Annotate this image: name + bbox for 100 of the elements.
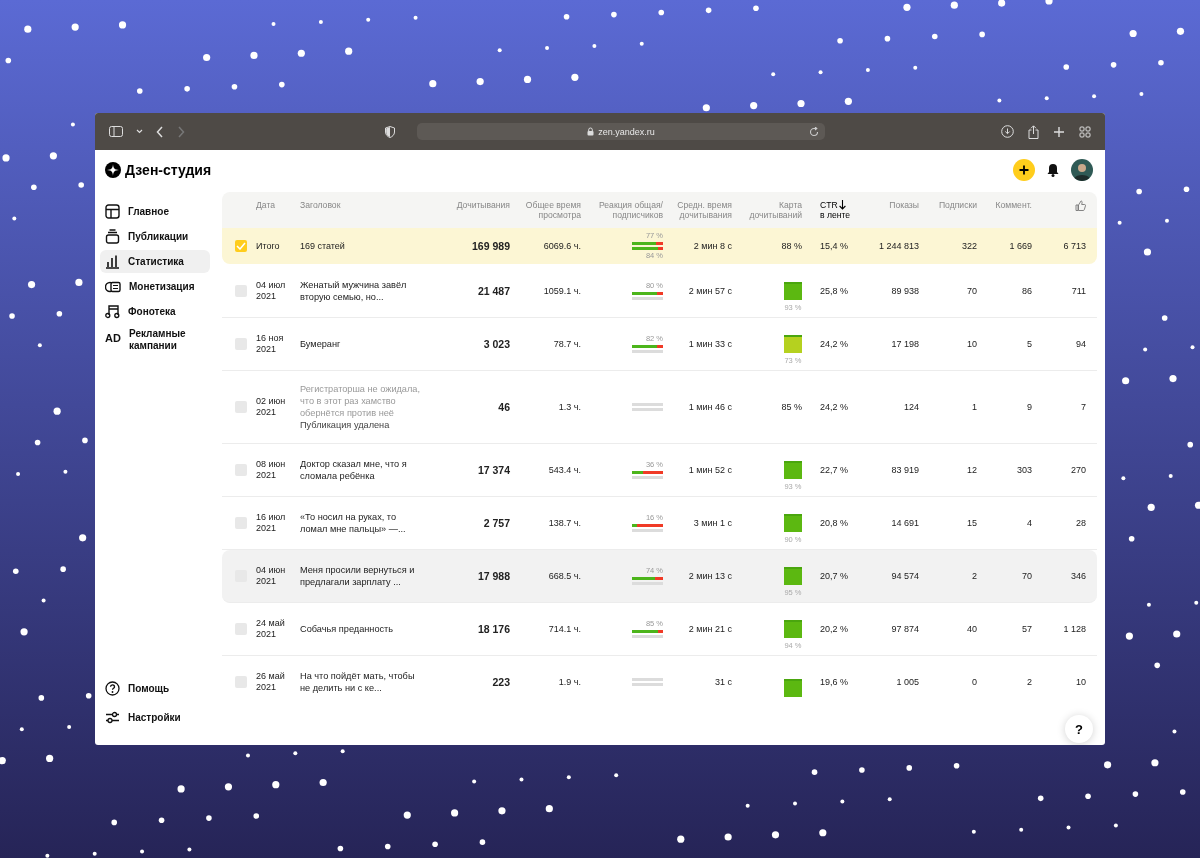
table-cell-text: 10 (966, 338, 977, 350)
table-cell-text: 124 (902, 401, 919, 413)
column-header[interactable]: Дочитывания (456, 200, 510, 210)
column-header[interactable]: Подписки (938, 200, 977, 210)
table-cell-text: 2 мин 13 с (687, 570, 732, 582)
column-header-subtitle: в ленте (820, 210, 850, 220)
table-row[interactable]: 02 июн 2021 Регистраторша не ожидала, что в этот раз хамство обернётся против неё Публикация удалена 46 1.3 ч. 1 мин 46 с 85 % 24,2 % 124 1 9 7 (222, 371, 1097, 444)
table-cell-text: 668.5 ч. (547, 570, 581, 582)
table-cell-text: 3 023 (482, 338, 510, 350)
sidebar-item[interactable]: Публикации (100, 225, 210, 248)
address-bar[interactable]: zen.yandex.ru (417, 123, 825, 140)
table-cell-text: 1059.1 ч. (542, 285, 581, 297)
article-title[interactable]: «То носил на руках, то ломал мне пальцы» —... (300, 511, 422, 535)
table-cell-text: 04 июл 2021 (256, 280, 287, 302)
table-cell-text: 2 мин 8 с (692, 240, 732, 252)
table-cell-text: 14 691 (890, 517, 919, 529)
article-title[interactable]: Бумеранг (300, 338, 422, 350)
table-cell-text: 28 (1075, 517, 1086, 529)
table-cell-text: 3 мин 1 с (692, 517, 732, 529)
column-header[interactable]: Коммент. (995, 200, 1032, 210)
table-cell-text: 20,8 % (819, 517, 850, 529)
table-cell-text: 322 (960, 240, 977, 252)
sidebar-item[interactable]: Фонотека (100, 300, 210, 323)
table-cell-text: 1 мин 46 с (687, 401, 732, 413)
table-cell-text: 70 (1021, 570, 1032, 582)
column-header[interactable]: Заголовок (300, 200, 341, 210)
table-cell-text: 24,2 % (819, 338, 850, 350)
table-cell-text: 78.7 ч. (552, 338, 581, 350)
table-cell-text: 40 (966, 623, 977, 635)
article-title[interactable]: Доктор сказал мне, что я сломала ребёнка (300, 458, 422, 482)
table-cell-text: 346 (1069, 570, 1086, 582)
table-cell-text: 94 (1075, 338, 1086, 350)
column-header[interactable]: Средн. время дочитывания (663, 200, 732, 220)
table-cell-text: 24,2 % (819, 401, 850, 413)
sidebar-item[interactable]: Настройки (100, 706, 210, 729)
table-cell-text: 1.3 ч. (557, 401, 581, 413)
article-title[interactable]: На что пойдёт мать, чтобы не делить ни с ке... (300, 670, 422, 694)
sidebar-item[interactable]: Монетизация (100, 275, 210, 298)
deleted-note: Публикация удалена (300, 419, 391, 431)
table-cell-text: 20,7 % (819, 570, 850, 582)
table-cell-text: 89 938 (890, 285, 919, 297)
table-cell-text: 2 757 (482, 517, 510, 529)
help-button[interactable]: ? (1065, 715, 1093, 743)
table-cell-text: 19,6 % (819, 676, 850, 688)
table-cell-text: 2 мин 57 с (687, 285, 732, 297)
article-title[interactable]: Женатый мужчина завёл вторую семью, но... (300, 279, 422, 303)
sidebar-item[interactable]: Главное (100, 200, 210, 223)
table-cell-text: 24 май 2021 (256, 618, 286, 640)
table-cell-text: 1 мин 52 с (687, 464, 732, 476)
table-cell-text: 46 (497, 401, 510, 413)
table-cell-text: 86 (1021, 285, 1032, 297)
table-cell-text: Итого (256, 240, 281, 252)
table-cell-text: 1.9 ч. (557, 676, 581, 688)
table-cell-text: 20,2 % (819, 623, 850, 635)
table-cell-text: 31 с (714, 676, 732, 688)
table-cell-text: 1 128 (1062, 623, 1086, 635)
table-cell-text: 12 (966, 464, 977, 476)
table-cell-text: 10 (1075, 676, 1086, 688)
table-cell-text: 138.7 ч. (547, 517, 581, 529)
table-cell-text: 7 (1080, 401, 1086, 413)
table-cell-text: 17 198 (890, 338, 919, 350)
table-cell-text: 2 мин 21 с (687, 623, 732, 635)
column-header[interactable]: Карта дочитываний (732, 200, 802, 220)
table-cell-text: 303 (1015, 464, 1032, 476)
table-cell-text: 714.1 ч. (547, 623, 581, 635)
table-cell-text: 70 (966, 285, 977, 297)
column-header[interactable]: Показы (889, 200, 919, 210)
url-text: zen.yandex.ru (598, 126, 655, 137)
table-cell-text: 94 574 (890, 570, 919, 582)
table-cell-text: 18 176 (476, 623, 510, 635)
table-cell-text: 02 июн 2021 (256, 396, 287, 418)
article-title[interactable]: Собачья преданность (300, 623, 422, 635)
table-cell-text: 26 май 2021 (256, 671, 286, 693)
table-cell-text: 1 005 (895, 676, 919, 688)
table-cell-text: 543.4 ч. (547, 464, 581, 476)
table-cell-text: 15 (966, 517, 977, 529)
table-cell-text: 2 (971, 570, 977, 582)
column-header[interactable]: Общее время просмотра (510, 200, 581, 220)
table-cell: 88 % (781, 240, 802, 252)
table-row[interactable]: 26 май 2021 На что пойдёт мать, чтобы не делить ни с ке... 223 1.9 ч. 31 с 19,6 % 1 005 0 2 10 (222, 656, 1097, 708)
table-cell-text: 1 669 (1008, 240, 1032, 252)
table-cell-text: 5 (1026, 338, 1032, 350)
article-title[interactable]: Меня просили вернуться и предлагали зарплату ... (300, 564, 422, 588)
table-cell-text: 83 919 (890, 464, 919, 476)
table-cell-text: 1 (971, 401, 977, 413)
column-header[interactable]: CTR (820, 200, 838, 210)
table-cell-text: 15,4 % (819, 240, 850, 252)
table-cell-text: 169 статей (300, 240, 346, 252)
sidebar-item[interactable]: Помощь (100, 677, 210, 700)
table-cell-text: 17 988 (476, 570, 510, 582)
table-cell-text: 04 июн 2021 (256, 565, 287, 587)
table-cell-text: 22,7 % (819, 464, 850, 476)
table-cell-text: 9 (1026, 401, 1032, 413)
sidebar-item[interactable]: Статистика (100, 250, 210, 273)
table-cell-text: 16 июл 2021 (256, 512, 287, 534)
column-header[interactable]: Реакция общая/ подписчиков (581, 200, 663, 220)
logo-text[interactable]: Дзен-студия (125, 162, 212, 178)
table-cell-text: 57 (1021, 623, 1032, 635)
table-cell-text: 21 487 (476, 285, 510, 297)
table-cell-text: 6069.6 ч. (542, 240, 581, 252)
